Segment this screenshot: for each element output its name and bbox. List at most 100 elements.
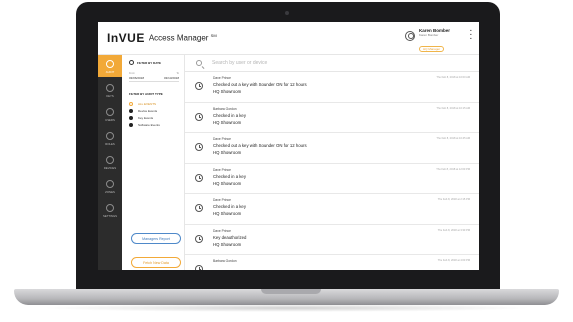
laptop-shadow	[40, 304, 533, 312]
event-location: HQ Showroom	[213, 180, 242, 186]
nav-label-audit: AUDIT	[105, 70, 115, 74]
event-user: Barbara Gordon	[213, 259, 237, 263]
event-location: HQ Showroom	[213, 211, 242, 216]
audit-type-key-events[interactable]: Key Events	[129, 114, 160, 121]
event-time: Thu Feb 8, 2018 at 10:45 AM	[436, 137, 470, 140]
user-subtitle: Karen Bomber	[419, 33, 439, 37]
search-bar	[185, 55, 479, 72]
nav-label-users: USERS	[105, 118, 115, 122]
fetch-new-data-button[interactable]: Fetch New Data	[131, 257, 181, 268]
event-time: Thu Feb 8, 2018 at 2:15 PM	[437, 198, 470, 201]
app-header: InVUE Access Manager SM Karen Bomber Kar…	[98, 22, 479, 55]
event-action: Checked in a key	[213, 112, 246, 118]
event-location: HQ Showroom	[213, 119, 242, 125]
nav-item-audit[interactable]: AUDIT	[98, 55, 122, 77]
event-action: Checked in a key	[213, 204, 246, 209]
nav-item-zones[interactable]: ZONES	[98, 175, 122, 197]
event-user: Dave Prince	[213, 167, 231, 172]
to-date-field[interactable]: 03/13/2018	[164, 76, 179, 80]
event-action: Checked out a key with Sounder ON for 12…	[213, 82, 307, 87]
clock-icon	[195, 265, 203, 270]
app-title-text: Access Manager	[148, 33, 209, 43]
radio-icon	[129, 101, 133, 106]
event-action: Checked out a key with Sounder ON for 12…	[213, 143, 307, 148]
users-icon	[106, 108, 114, 116]
audit-type-list: ALL EVENTS Device Events Key Events Soft…	[129, 100, 160, 128]
event-row[interactable]: Dave Prince Checked out a key with Sound…	[185, 72, 479, 103]
date-range-values: 03/06/2018 03/13/2018	[129, 76, 179, 80]
camera-icon	[285, 11, 289, 15]
nav-item-settings[interactable]: SETTINGS	[98, 199, 122, 221]
clock-icon	[195, 234, 203, 243]
event-time: Thu Feb 8, 2018 at 3:30 PM	[437, 228, 470, 232]
event-row[interactable]: Dave Prince Checked in a key HQ Showroom…	[185, 164, 479, 194]
filter-by-date-header: FILTER BY DATE	[129, 60, 161, 65]
from-label: From	[129, 72, 135, 75]
laptop-notch	[261, 289, 321, 294]
nav-item-devices[interactable]: DEVICES	[98, 151, 122, 173]
nav-label-roles: ROLES	[105, 142, 115, 146]
event-time: Thu Feb 8, 2018 at 10:15 AM	[436, 106, 470, 110]
audit-type-label: Key Events	[138, 115, 154, 120]
clock-icon	[195, 204, 203, 212]
roles-icon	[106, 132, 114, 140]
filter-panel: FILTER BY DATE From To 03/06/2018 03/13/…	[122, 55, 185, 270]
user-avatar-icon[interactable]	[405, 31, 415, 41]
clock-icon	[195, 82, 203, 90]
event-row[interactable]: Dave Prince Checked out a key with Sound…	[185, 133, 479, 164]
event-user: Dave Prince	[213, 198, 231, 202]
devices-icon	[106, 156, 114, 164]
nav-label-keys: KEYS	[106, 94, 114, 98]
nav-label-settings: SETTINGS	[103, 214, 117, 218]
laptop-base	[14, 289, 559, 305]
event-row[interactable]: Barbara Gordon Checked in a key HQ Showr…	[185, 103, 479, 133]
radio-icon	[129, 122, 133, 127]
event-location: HQ Showroom	[213, 150, 242, 155]
role-badge: HQ Manager	[419, 46, 445, 52]
event-list: Dave Prince Checked out a key with Sound…	[185, 72, 479, 270]
audit-type-device-events[interactable]: Device Events	[129, 107, 160, 114]
event-user: Dave Prince	[213, 137, 231, 141]
filter-by-date-title: FILTER BY DATE	[137, 60, 161, 65]
to-label: To	[176, 72, 179, 75]
side-nav: AUDIT KEYS USERS ROLES DEVICES ZONES SET…	[98, 55, 122, 270]
gear-icon	[106, 204, 114, 212]
search-input[interactable]	[212, 60, 452, 66]
app-title: Access Manager SM	[149, 33, 217, 43]
nav-label-devices: DEVICES	[103, 166, 117, 170]
event-time: Thu Feb 8, 2018 at 4:00 PM	[437, 259, 470, 262]
date-divider	[129, 81, 179, 82]
audit-type-label: Software Events	[138, 122, 160, 127]
radio-icon	[129, 115, 133, 120]
service-mark: SM	[210, 33, 217, 39]
event-location: HQ Showroom	[213, 241, 242, 247]
clock-icon	[129, 60, 134, 65]
clock-icon	[195, 143, 203, 151]
event-time: Thu Feb 8, 2018 at 10:00 AM	[436, 76, 470, 79]
audit-type-label: ALL EVENTS	[138, 101, 157, 106]
event-row[interactable]: Dave Prince Key deauthorized HQ Showroom…	[185, 225, 479, 255]
nav-item-users[interactable]: USERS	[98, 103, 122, 125]
event-user: Dave Prince	[213, 76, 231, 80]
app-screen: InVUE Access Manager SM Karen Bomber Kar…	[98, 22, 479, 270]
filter-by-type-title: FILTER BY AUDIT TYPE	[129, 92, 163, 96]
event-row[interactable]: Barbara Gordon Thu Feb 8, 2018 at 4:00 P…	[185, 255, 479, 270]
invue-logo: InVUE	[107, 31, 145, 45]
event-row[interactable]: Dave Prince Checked in a key HQ Showroom…	[185, 194, 479, 225]
nav-item-roles[interactable]: ROLES	[98, 127, 122, 149]
event-action: Checked in a key	[213, 173, 246, 179]
nav-label-zones: ZONES	[105, 190, 115, 194]
event-time: Thu Feb 8, 2018 at 12:00 PM	[436, 167, 470, 171]
audit-type-software-events[interactable]: Software Events	[129, 121, 160, 128]
zones-icon	[106, 180, 114, 188]
nav-item-keys[interactable]: KEYS	[98, 79, 122, 101]
from-date-field[interactable]: 03/06/2018	[129, 76, 144, 80]
audit-type-all-events[interactable]: ALL EVENTS	[129, 100, 160, 107]
user-menu[interactable]: Karen Bomber Karen Bomber HQ Manager · · ·	[405, 28, 473, 55]
user-info[interactable]: Karen Bomber Karen Bomber HQ Manager	[419, 28, 461, 55]
managers-report-button[interactable]: Managers Report	[131, 233, 181, 244]
audit-type-label: Device Events	[138, 108, 158, 113]
more-options-icon[interactable]: · · ·	[469, 28, 473, 43]
event-user: Barbara Gordon	[213, 106, 237, 111]
event-action: Key deauthorized	[213, 234, 247, 240]
